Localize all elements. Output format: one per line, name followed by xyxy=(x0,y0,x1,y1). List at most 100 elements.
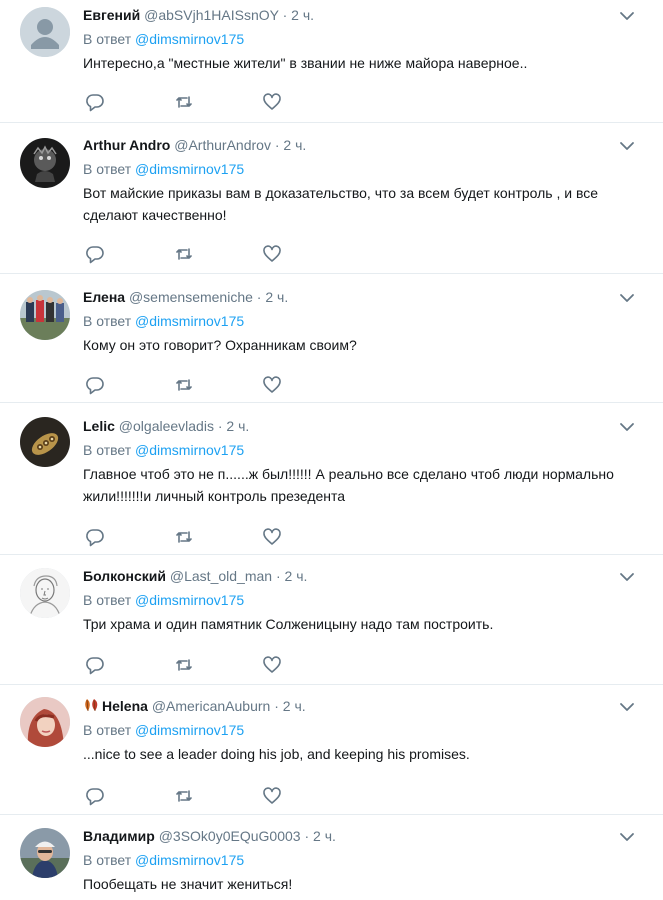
tweet-text: Главное чтоб это не п......ж был!!!!!! А… xyxy=(83,466,614,504)
reply-prefix: В ответ xyxy=(83,442,132,458)
reply-context: В ответ @dimsmirnov175 xyxy=(83,441,643,459)
avatar-photo[interactable] xyxy=(20,417,70,467)
tweet-text: ...nice to see a leader doing his job, a… xyxy=(83,746,470,762)
avatar-drawing[interactable] xyxy=(20,568,70,618)
retweet-icon[interactable] xyxy=(174,786,194,806)
reply-mention-link[interactable]: @dimsmirnov175 xyxy=(135,442,244,458)
timestamp[interactable]: 2 ч. xyxy=(285,568,308,584)
chevron-down-icon[interactable] xyxy=(619,138,635,154)
tweet-item[interactable]: Елена @semensemeniche · 2 ч. В ответ @di… xyxy=(0,274,663,403)
retweet-icon[interactable] xyxy=(174,655,194,675)
reply-icon[interactable] xyxy=(85,92,105,112)
heart-icon[interactable] xyxy=(262,786,282,806)
tweet-header: Arthur Andro @ArthurAndrov · 2 ч. xyxy=(83,136,643,154)
reply-icon[interactable] xyxy=(85,244,105,264)
heart-icon[interactable] xyxy=(262,92,282,112)
tweet-item[interactable]: Arthur Andro @ArthurAndrov · 2 ч. В отве… xyxy=(0,123,663,274)
timestamp[interactable]: 2 ч. xyxy=(283,137,306,153)
autumn-leaves-icon xyxy=(85,699,98,712)
username[interactable]: @ArthurAndrov xyxy=(174,137,271,153)
reply-prefix: В ответ xyxy=(83,31,132,47)
separator-dot: · xyxy=(304,828,310,844)
chevron-down-icon[interactable] xyxy=(619,569,635,585)
reply-context: В ответ @dimsmirnov175 xyxy=(83,312,643,330)
reply-mention-link[interactable]: @dimsmirnov175 xyxy=(135,852,244,868)
avatar-photo[interactable] xyxy=(20,138,70,188)
reply-mention-link[interactable]: @dimsmirnov175 xyxy=(135,592,244,608)
username[interactable]: @abSVjh1HAISsnOY xyxy=(144,7,279,23)
reply-icon[interactable] xyxy=(85,655,105,675)
tweet-header: Helena @AmericanAuburn · 2 ч. xyxy=(83,697,643,715)
heart-icon[interactable] xyxy=(262,527,282,547)
timestamp[interactable]: 2 ч. xyxy=(291,7,314,23)
tweet-text: Вот майские приказы вам в доказательство… xyxy=(83,185,599,223)
reply-feed: Евгений @abSVjh1HAISsnOY · 2 ч. В ответ … xyxy=(0,0,663,900)
username[interactable]: @3SOk0y0EQuG0003 xyxy=(159,828,301,844)
chevron-down-icon[interactable] xyxy=(619,8,635,24)
tweet-item[interactable]: Евгений @abSVjh1HAISsnOY · 2 ч. В ответ … xyxy=(0,0,663,123)
avatar-photo[interactable] xyxy=(20,697,70,747)
username[interactable]: @Last_old_man xyxy=(170,568,272,584)
avatar-default[interactable] xyxy=(20,7,70,57)
reply-prefix: В ответ xyxy=(83,313,132,329)
display-name[interactable]: Helena xyxy=(102,698,148,714)
reply-prefix: В ответ xyxy=(83,161,132,177)
display-name[interactable]: Lelic xyxy=(83,418,115,434)
retweet-icon[interactable] xyxy=(174,527,194,547)
reply-prefix: В ответ xyxy=(83,852,132,868)
reply-prefix: В ответ xyxy=(83,592,132,608)
chevron-down-icon[interactable] xyxy=(619,829,635,845)
separator-dot: · xyxy=(274,698,279,714)
reply-context: В ответ @dimsmirnov175 xyxy=(83,851,643,869)
reply-context: В ответ @dimsmirnov175 xyxy=(83,591,643,609)
heart-icon[interactable] xyxy=(262,375,282,395)
tweet-text: Пообещать не значит жениться! xyxy=(83,876,293,892)
timestamp[interactable]: 2 ч. xyxy=(283,698,306,714)
tweet-text: Кому он это говорит? Охранникам своим? xyxy=(83,337,357,353)
heart-icon[interactable] xyxy=(262,655,282,675)
avatar-photo[interactable] xyxy=(20,828,70,878)
tweet-item[interactable]: Болконский @Last_old_man · 2 ч. В ответ … xyxy=(0,555,663,685)
tweet-item[interactable]: Владимир @3SOk0y0EQuG0003 · 2 ч. В ответ… xyxy=(0,815,663,900)
tweet-header: Евгений @abSVjh1HAISsnOY · 2 ч. xyxy=(83,6,643,24)
display-name[interactable]: Болконский xyxy=(83,568,166,584)
chevron-down-icon[interactable] xyxy=(619,290,635,306)
reply-mention-link[interactable]: @dimsmirnov175 xyxy=(135,161,244,177)
separator-dot: · xyxy=(256,289,262,305)
reply-mention-link[interactable]: @dimsmirnov175 xyxy=(135,722,244,738)
username[interactable]: @semensemeniche xyxy=(129,289,253,305)
chevron-down-icon[interactable] xyxy=(619,699,635,715)
separator-dot: · xyxy=(282,7,288,23)
reply-prefix: В ответ xyxy=(83,722,132,738)
display-name[interactable]: Владимир xyxy=(83,828,155,844)
timestamp[interactable]: 2 ч. xyxy=(226,418,249,434)
separator-dot: · xyxy=(217,418,223,434)
display-name[interactable]: Arthur Andro xyxy=(83,137,170,153)
retweet-icon[interactable] xyxy=(174,92,194,112)
retweet-icon[interactable] xyxy=(174,375,194,395)
reply-mention-link[interactable]: @dimsmirnov175 xyxy=(135,31,244,47)
timestamp[interactable]: 2 ч. xyxy=(313,828,336,844)
timestamp[interactable]: 2 ч. xyxy=(265,289,288,305)
tweet-item[interactable]: Lelic @olgaleevladis · 2 ч. В ответ @dim… xyxy=(0,403,663,555)
tweet-item[interactable]: Helena @AmericanAuburn · 2 ч. В ответ @d… xyxy=(0,685,663,815)
tweet-header: Владимир @3SOk0y0EQuG0003 · 2 ч. xyxy=(83,827,643,845)
tweet-header: Болконский @Last_old_man · 2 ч. xyxy=(83,567,643,585)
reply-icon[interactable] xyxy=(85,375,105,395)
retweet-icon[interactable] xyxy=(174,244,194,264)
tweet-header: Lelic @olgaleevladis · 2 ч. xyxy=(83,417,643,435)
display-name[interactable]: Евгений xyxy=(83,7,140,23)
tweet-text: Интересно,а "местные жители" в звании не… xyxy=(83,55,528,71)
reply-context: В ответ @dimsmirnov175 xyxy=(83,30,643,48)
tweet-text: Три храма и один памятник Солженицыну на… xyxy=(83,616,494,632)
tweet-header: Елена @semensemeniche · 2 ч. xyxy=(83,288,643,306)
username[interactable]: @AmericanAuburn xyxy=(152,698,271,714)
username[interactable]: @olgaleevladis xyxy=(119,418,214,434)
chevron-down-icon[interactable] xyxy=(619,419,635,435)
reply-mention-link[interactable]: @dimsmirnov175 xyxy=(135,313,244,329)
heart-icon[interactable] xyxy=(262,244,282,264)
reply-icon[interactable] xyxy=(85,786,105,806)
avatar-photo[interactable] xyxy=(20,290,70,340)
display-name[interactable]: Елена xyxy=(83,289,125,305)
reply-icon[interactable] xyxy=(85,527,105,547)
